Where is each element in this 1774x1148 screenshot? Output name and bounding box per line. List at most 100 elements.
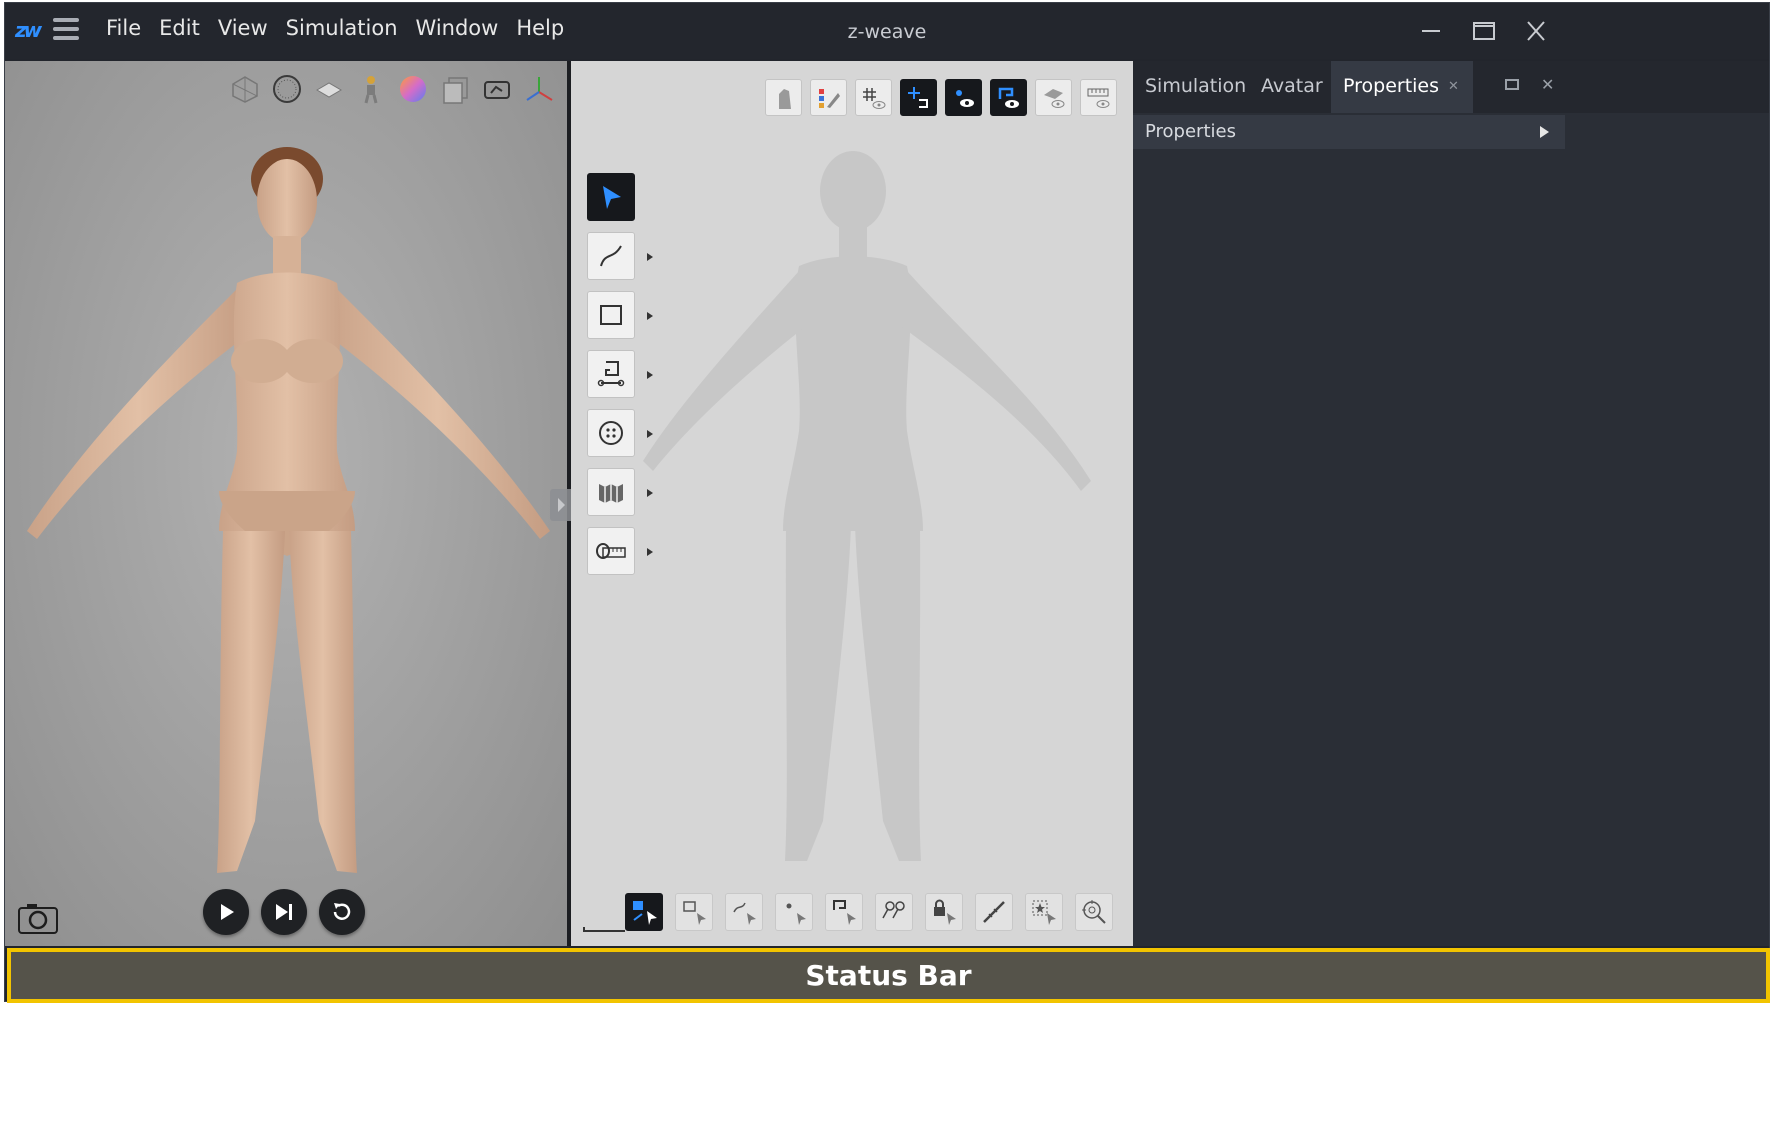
tab-avatar[interactable]: Avatar: [1249, 61, 1335, 113]
grid-eye-button[interactable]: [855, 79, 892, 116]
sewing-eye-button[interactable]: [990, 79, 1027, 116]
select-star-icon: [1032, 900, 1056, 925]
curve-icon: [600, 245, 622, 267]
menu-simulation[interactable]: Simulation: [277, 3, 407, 59]
sewing-eye-icon: [998, 87, 1019, 108]
menu-view[interactable]: View: [209, 3, 277, 59]
menu-file[interactable]: File: [97, 3, 150, 59]
panel-tab-bar: Simulation Avatar Properties ✕ ✕: [1133, 61, 1769, 113]
select-point-tool[interactable]: [775, 893, 813, 931]
panel-maximize-icon[interactable]: [1505, 79, 1519, 90]
plane-icon: [316, 82, 342, 98]
rectangle-tool-expand-icon[interactable]: [647, 312, 653, 320]
texture-sphere-button[interactable]: [395, 71, 431, 107]
viewport-2d[interactable]: [571, 61, 1133, 946]
select-arrow-icon: [603, 186, 621, 209]
lock-tool[interactable]: [925, 893, 963, 931]
plane-button[interactable]: [311, 71, 347, 107]
search-target-icon: [1082, 900, 1106, 924]
ruler-eye-icon: [1087, 88, 1109, 108]
reset-button[interactable]: [319, 889, 365, 935]
sewing-tool[interactable]: [587, 350, 653, 398]
fold-tool[interactable]: [587, 468, 653, 516]
grid-eye-icon: [862, 87, 885, 109]
step-forward-button[interactable]: [261, 889, 307, 935]
button-icon: [599, 421, 623, 445]
point-eye-button[interactable]: [945, 79, 982, 116]
app-logo: zw: [15, 18, 42, 42]
select-sewing-tool[interactable]: [825, 893, 863, 931]
step-forward-icon: [276, 904, 292, 920]
menu-edit[interactable]: Edit: [150, 3, 209, 59]
wireframe-button[interactable]: [227, 71, 263, 107]
select-star-tool[interactable]: [1025, 893, 1063, 931]
gizmo-button[interactable]: [521, 71, 557, 107]
select-sewing-icon: [833, 900, 856, 925]
maximize-button[interactable]: [1463, 13, 1503, 49]
color-palette-button[interactable]: [810, 79, 847, 116]
minimize-icon: [1422, 30, 1440, 32]
garment-icon: [778, 88, 791, 109]
bottom-toolbar: [625, 893, 1113, 931]
close-window-button[interactable]: [1517, 13, 1557, 49]
app-window: zw File Edit View Simulation Window Help…: [4, 2, 1770, 1003]
bottom-bracket: [583, 927, 625, 932]
fold-icon: [599, 484, 623, 503]
rectangle-icon: [600, 305, 622, 325]
search-target-tool[interactable]: [1075, 893, 1113, 931]
menu-bar: File Edit View Simulation Window Help: [97, 3, 573, 59]
fold-tool-expand-icon[interactable]: [647, 489, 653, 497]
rectangle-tool[interactable]: [587, 291, 653, 339]
panel-close-icon[interactable]: ✕: [1541, 75, 1554, 94]
properties-body: [1133, 149, 1565, 946]
menu-window[interactable]: Window: [407, 3, 508, 59]
measure-tool[interactable]: [975, 893, 1013, 931]
minimize-button[interactable]: [1411, 13, 1451, 49]
play-button[interactable]: [203, 889, 249, 935]
avatar-silhouette: [643, 151, 1091, 861]
sewing-icon: [484, 81, 510, 99]
snap-icon: [907, 86, 928, 108]
button-tool[interactable]: [587, 409, 653, 457]
snapshot-button[interactable]: [17, 901, 59, 935]
pin-tool[interactable]: [875, 893, 913, 931]
edit-pattern-tool[interactable]: [625, 893, 663, 931]
maximize-icon: [1473, 22, 1495, 40]
ruler-eye-button[interactable]: [1080, 79, 1117, 116]
tape-measure-tool-expand-icon[interactable]: [647, 548, 653, 556]
edit-pattern-icon: [633, 901, 657, 925]
lock-icon: [934, 899, 956, 925]
curve-tool[interactable]: [587, 232, 653, 280]
avatar-button[interactable]: [353, 71, 389, 107]
select-box-tool[interactable]: [675, 893, 713, 931]
select-box-icon: [683, 901, 706, 925]
hamburger-menu-icon[interactable]: [53, 18, 79, 42]
viewport-3d[interactable]: [5, 61, 567, 946]
tab-simulation[interactable]: Simulation: [1133, 61, 1258, 113]
tab-close-icon[interactable]: ✕: [1448, 79, 1459, 94]
avatar-icon: [364, 76, 378, 104]
mesh-sphere-button[interactable]: [269, 71, 305, 107]
layer-button[interactable]: [437, 71, 473, 107]
garment-button[interactable]: [765, 79, 802, 116]
fabric-eye-button[interactable]: [1035, 79, 1072, 116]
select-curve-icon: [733, 902, 756, 925]
expand-arrow-icon[interactable]: [1540, 126, 1549, 138]
tape-measure-tool[interactable]: [587, 527, 653, 575]
reset-icon: [333, 903, 351, 920]
select-tool[interactable]: [587, 173, 635, 221]
gizmo-icon: [526, 77, 553, 101]
texture-sphere-icon: [400, 76, 426, 102]
menu-help[interactable]: Help: [507, 3, 573, 59]
close-icon: [1527, 21, 1545, 41]
properties-section-header[interactable]: Properties: [1133, 115, 1565, 149]
fabric-eye-icon: [1043, 88, 1064, 108]
snap-button[interactable]: [900, 79, 937, 116]
select-curve-tool[interactable]: [725, 893, 763, 931]
sewing-button[interactable]: [479, 71, 515, 107]
curve-tool-expand-icon[interactable]: [647, 253, 653, 261]
right-panel: Simulation Avatar Properties ✕ ✕ Propert…: [1133, 61, 1769, 946]
sewing-tool-expand-icon[interactable]: [647, 371, 653, 379]
select-point-icon: [786, 903, 806, 925]
button-tool-expand-icon[interactable]: [647, 430, 653, 438]
